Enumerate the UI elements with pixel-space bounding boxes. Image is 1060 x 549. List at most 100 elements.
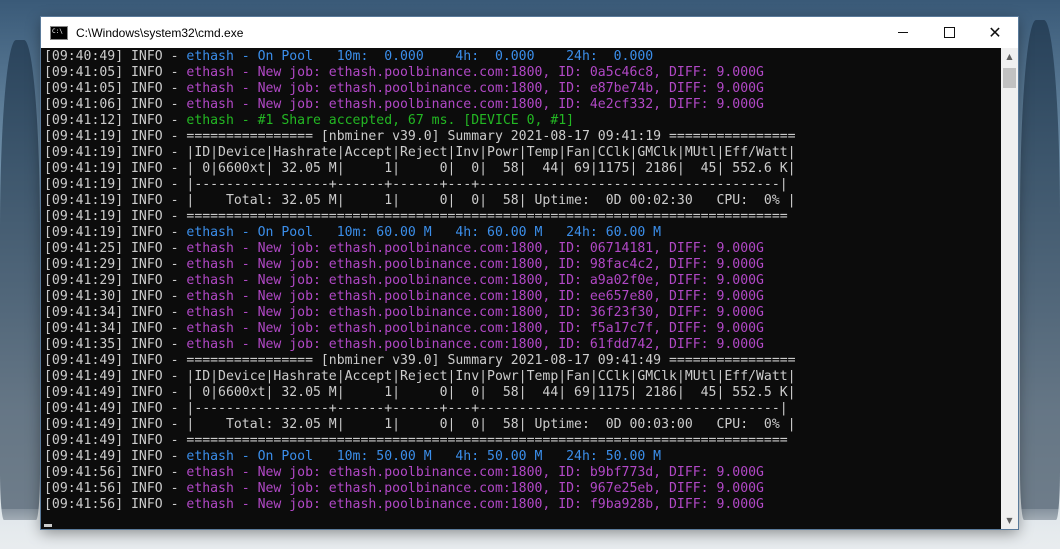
background-tree xyxy=(1020,20,1060,520)
console-line: [09:41:19] INFO - ethash - On Pool 10m: … xyxy=(44,225,1001,241)
log-message: | Total: 32.05 M| 1| 0| 0| 58| Uptime: 0… xyxy=(186,417,796,432)
scroll-thumb[interactable] xyxy=(1003,68,1016,88)
log-message: |-----------------+------+------+---+---… xyxy=(186,401,788,416)
log-prefix: [09:41:56] INFO - xyxy=(44,465,187,480)
console-line: [09:40:49] INFO - ethash - On Pool 10m: … xyxy=(44,49,1001,65)
console-line: [09:41:19] INFO - | 0|6600xt| 32.05 M| 1… xyxy=(44,161,1001,177)
log-prefix: [09:41:19] INFO - xyxy=(44,177,187,192)
log-message: ethash - On Pool 10m: 50.00 M 4h: 50.00 … xyxy=(186,449,662,464)
log-prefix: [09:41:49] INFO - xyxy=(44,353,187,368)
close-icon: ✕ xyxy=(988,23,1002,42)
window-title: C:\Windows\system32\cmd.exe xyxy=(76,25,244,40)
log-message: ========================================… xyxy=(186,209,788,224)
console-line: [09:41:25] INFO - ethash - New job: etha… xyxy=(44,241,1001,257)
log-message: ethash - New job: ethash.poolbinance.com… xyxy=(186,481,764,496)
console-line: [09:41:56] INFO - ethash - New job: etha… xyxy=(44,465,1001,481)
console-line: [09:41:05] INFO - ethash - New job: etha… xyxy=(44,81,1001,97)
console-line: [09:41:56] INFO - ethash - New job: etha… xyxy=(44,481,1001,497)
maximize-icon xyxy=(943,27,955,38)
log-message: ethash - On Pool 10m: 60.00 M 4h: 60.00 … xyxy=(186,225,662,240)
console-line: [09:41:35] INFO - ethash - New job: etha… xyxy=(44,337,1001,353)
console-line: [09:41:56] INFO - ethash - New job: etha… xyxy=(44,497,1001,513)
console-line: [09:41:49] INFO - ================ [nbmi… xyxy=(44,353,1001,369)
log-prefix: [09:41:29] INFO - xyxy=(44,257,187,272)
log-prefix: [09:41:49] INFO - xyxy=(44,417,187,432)
close-button[interactable]: ✕ xyxy=(972,17,1018,48)
log-prefix: [09:41:49] INFO - xyxy=(44,369,187,384)
log-prefix: [09:41:34] INFO - xyxy=(44,321,187,336)
log-message: ethash - On Pool 10m: 0.000 4h: 0.000 24… xyxy=(186,49,654,64)
text-cursor xyxy=(44,524,52,527)
log-prefix: [09:41:35] INFO - xyxy=(44,337,187,352)
log-message: ethash - #1 Share accepted, 67 ms. [DEVI… xyxy=(186,113,575,128)
console-line: [09:41:29] INFO - ethash - New job: etha… xyxy=(44,257,1001,273)
log-prefix: [09:41:30] INFO - xyxy=(44,289,187,304)
log-message: ================ [nbminer v39.0] Summary… xyxy=(186,353,796,368)
log-message: ================ [nbminer v39.0] Summary… xyxy=(186,129,796,144)
log-prefix: [09:41:05] INFO - xyxy=(44,81,187,96)
console-line: [09:41:05] INFO - ethash - New job: etha… xyxy=(44,65,1001,81)
log-prefix: [09:41:19] INFO - xyxy=(44,129,187,144)
console-line: [09:41:49] INFO - | Total: 32.05 M| 1| 0… xyxy=(44,417,1001,433)
chevron-down-icon: ▼ xyxy=(1006,516,1013,525)
log-prefix: [09:41:49] INFO - xyxy=(44,433,187,448)
log-message: ethash - New job: ethash.poolbinance.com… xyxy=(186,465,764,480)
log-prefix: [09:41:06] INFO - xyxy=(44,97,187,112)
console-line: [09:41:19] INFO - | Total: 32.05 M| 1| 0… xyxy=(44,193,1001,209)
log-prefix: [09:41:19] INFO - xyxy=(44,161,187,176)
log-prefix: [09:41:29] INFO - xyxy=(44,273,187,288)
log-prefix: [09:41:49] INFO - xyxy=(44,401,187,416)
title-bar[interactable]: C:\Windows\system32\cmd.exe ✕ xyxy=(41,17,1018,48)
console-line: [09:41:19] INFO - ======================… xyxy=(44,209,1001,225)
console-line: [09:41:49] INFO - | 0|6600xt| 32.05 M| 1… xyxy=(44,385,1001,401)
log-message: ethash - New job: ethash.poolbinance.com… xyxy=(186,97,764,112)
log-prefix: [09:41:34] INFO - xyxy=(44,305,187,320)
log-message: ethash - New job: ethash.poolbinance.com… xyxy=(186,321,764,336)
console-line: [09:41:19] INFO - ================ [nbmi… xyxy=(44,129,1001,145)
log-prefix: [09:41:05] INFO - xyxy=(44,65,187,80)
log-message: ethash - New job: ethash.poolbinance.com… xyxy=(186,497,764,512)
log-message: |ID|Device|Hashrate|Accept|Reject|Inv|Po… xyxy=(186,369,796,384)
log-prefix: [09:41:56] INFO - xyxy=(44,497,187,512)
console-line: [09:41:49] INFO - |ID|Device|Hashrate|Ac… xyxy=(44,369,1001,385)
chevron-up-icon: ▲ xyxy=(1006,52,1013,61)
log-message: | 0|6600xt| 32.05 M| 1| 0| 0| 58| 44| 69… xyxy=(186,161,796,176)
log-prefix: [09:41:49] INFO - xyxy=(44,385,187,400)
scroll-down-button[interactable]: ▼ xyxy=(1001,512,1018,529)
console-line: [09:41:12] INFO - ethash - #1 Share acce… xyxy=(44,113,1001,129)
maximize-button[interactable] xyxy=(926,17,972,48)
log-prefix: [09:41:19] INFO - xyxy=(44,193,187,208)
log-message: ========================================… xyxy=(186,433,788,448)
log-prefix: [09:41:12] INFO - xyxy=(44,113,187,128)
scroll-up-button[interactable]: ▲ xyxy=(1001,48,1018,65)
log-message: ethash - New job: ethash.poolbinance.com… xyxy=(186,289,764,304)
log-message: ethash - New job: ethash.poolbinance.com… xyxy=(186,65,764,80)
minimize-button[interactable] xyxy=(880,17,926,48)
log-message: |-----------------+------+------+---+---… xyxy=(186,177,788,192)
console-output[interactable]: [09:40:49] INFO - ethash - On Pool 10m: … xyxy=(41,48,1001,529)
log-prefix: [09:41:49] INFO - xyxy=(44,449,187,464)
log-prefix: [09:41:19] INFO - xyxy=(44,225,187,240)
log-message: ethash - New job: ethash.poolbinance.com… xyxy=(186,241,764,256)
cmd-icon[interactable] xyxy=(50,25,68,40)
console-line: [09:41:49] INFO - |-----------------+---… xyxy=(44,401,1001,417)
log-prefix: [09:41:25] INFO - xyxy=(44,241,187,256)
console-line: [09:41:49] INFO - ======================… xyxy=(44,433,1001,449)
console-line: [09:41:19] INFO - |ID|Device|Hashrate|Ac… xyxy=(44,145,1001,161)
log-message: ethash - New job: ethash.poolbinance.com… xyxy=(186,273,764,288)
console-line: [09:41:19] INFO - |-----------------+---… xyxy=(44,177,1001,193)
console-line: [09:41:34] INFO - ethash - New job: etha… xyxy=(44,305,1001,321)
log-message: ethash - New job: ethash.poolbinance.com… xyxy=(186,257,764,272)
console-line: [09:41:06] INFO - ethash - New job: etha… xyxy=(44,97,1001,113)
log-prefix: [09:41:19] INFO - xyxy=(44,209,187,224)
log-message: | Total: 32.05 M| 1| 0| 0| 58| Uptime: 0… xyxy=(186,193,796,208)
log-prefix: [09:41:19] INFO - xyxy=(44,145,187,160)
background-tree xyxy=(0,40,40,520)
log-message: ethash - New job: ethash.poolbinance.com… xyxy=(186,337,764,352)
console-line: [09:41:29] INFO - ethash - New job: etha… xyxy=(44,273,1001,289)
log-message: | 0|6600xt| 32.05 M| 1| 0| 0| 58| 44| 69… xyxy=(186,385,796,400)
console-line: [09:41:49] INFO - ethash - On Pool 10m: … xyxy=(44,449,1001,465)
vertical-scrollbar[interactable]: ▲ ▼ xyxy=(1001,48,1018,529)
log-message: ethash - New job: ethash.poolbinance.com… xyxy=(186,81,764,96)
minimize-icon xyxy=(898,32,908,33)
